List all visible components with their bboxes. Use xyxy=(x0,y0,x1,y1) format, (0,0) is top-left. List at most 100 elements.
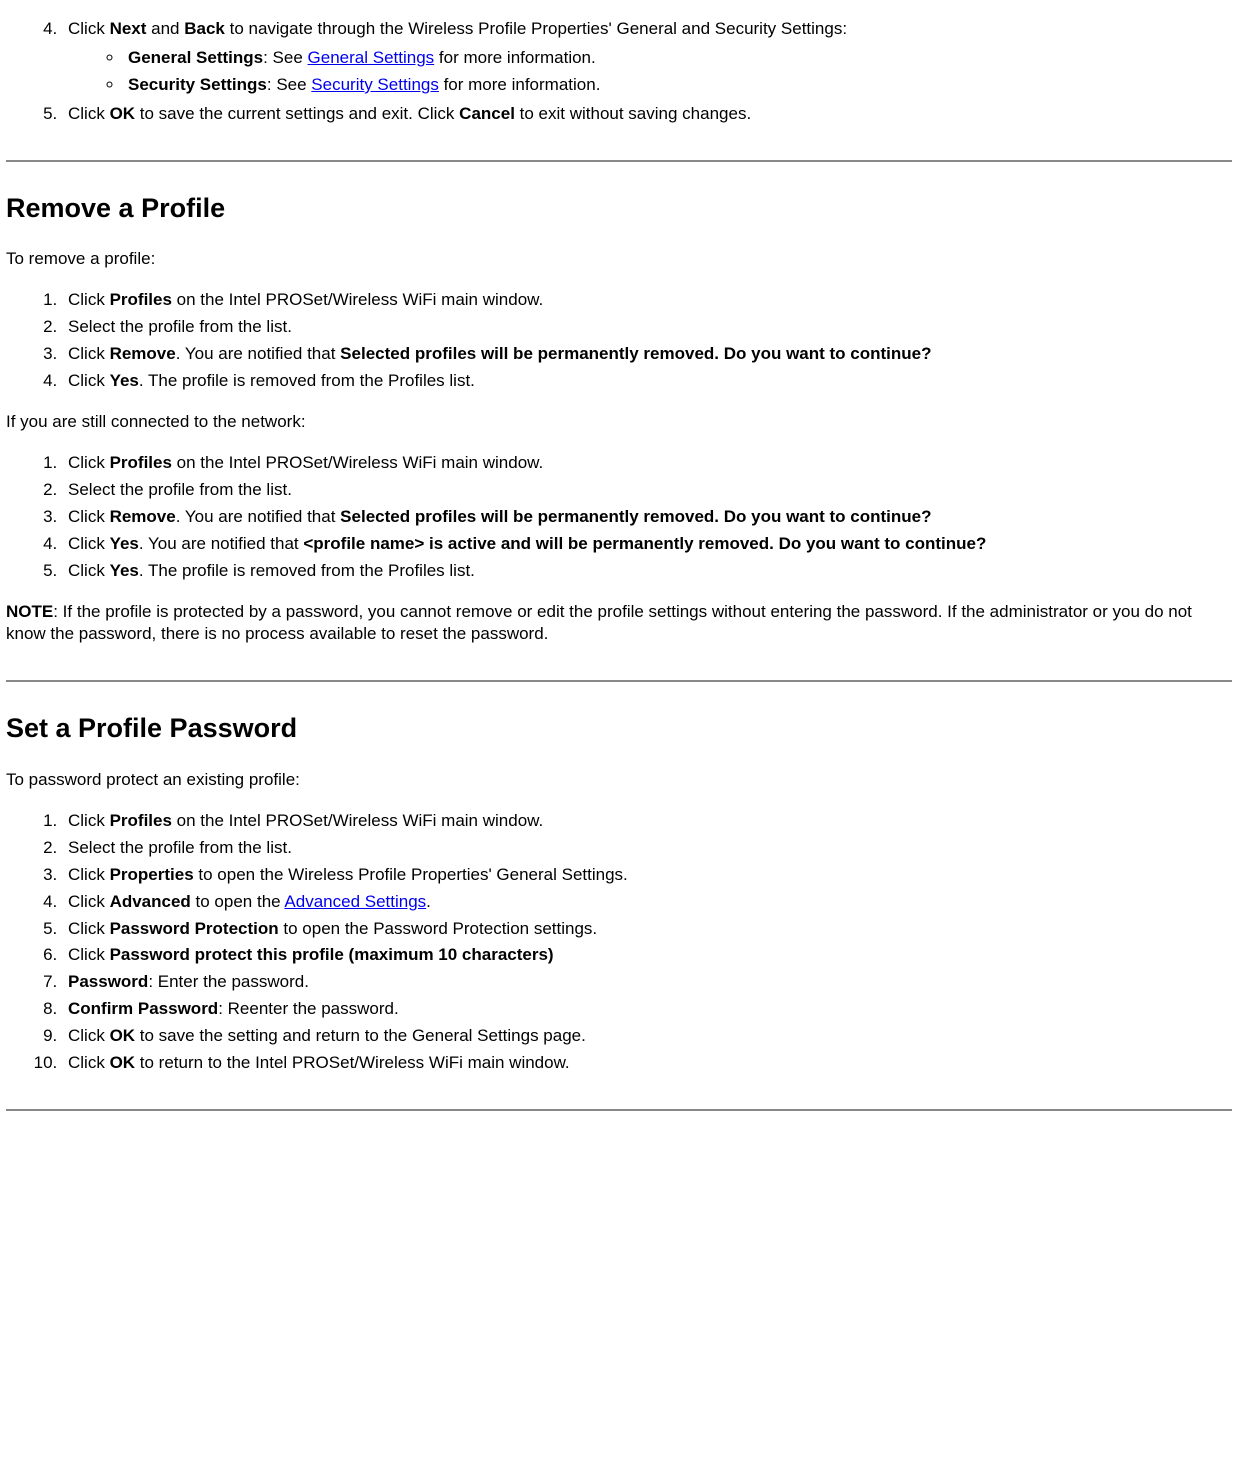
list-item: Click Profiles on the Intel PROSet/Wirel… xyxy=(62,452,1232,475)
text: to open the Wireless Profile Properties'… xyxy=(194,865,628,884)
list-item: Click Password protect this profile (max… xyxy=(62,944,1232,967)
divider xyxy=(6,160,1232,162)
text: to save the current settings and exit. C… xyxy=(135,104,459,123)
heading-set-password: Set a Profile Password xyxy=(6,710,1232,746)
bold-text: Selected profiles will be permanently re… xyxy=(340,344,931,363)
text: Click xyxy=(68,290,110,309)
link-security-settings[interactable]: Security Settings xyxy=(311,75,439,94)
text: . xyxy=(426,892,431,911)
text: Click xyxy=(68,945,110,964)
heading-remove-profile: Remove a Profile xyxy=(6,190,1232,226)
bold-text: <profile name> is active and will be per… xyxy=(303,534,986,553)
list-item: Click Profiles on the Intel PROSet/Wirel… xyxy=(62,810,1232,833)
text: on the Intel PROSet/Wireless WiFi main w… xyxy=(172,290,543,309)
bold-text: Password protect this profile (maximum 1… xyxy=(110,945,554,964)
text: for more information. xyxy=(439,75,601,94)
paragraph: To remove a profile: xyxy=(6,248,1232,271)
remove-list-a: Click Profiles on the Intel PROSet/Wirel… xyxy=(6,289,1232,393)
note-paragraph: NOTE: If the profile is protected by a p… xyxy=(6,601,1232,647)
text: to return to the Intel PROSet/Wireless W… xyxy=(135,1053,570,1072)
list-item: Click OK to save the setting and return … xyxy=(62,1025,1232,1048)
bold-text: OK xyxy=(110,1026,136,1045)
list-item: Click Yes. The profile is removed from t… xyxy=(62,370,1232,393)
text: to save the setting and return to the Ge… xyxy=(135,1026,586,1045)
text: to navigate through the Wireless Profile… xyxy=(225,19,847,38)
text: Click xyxy=(68,507,110,526)
document-page: Click Next and Back to navigate through … xyxy=(0,18,1238,1151)
note-label: NOTE xyxy=(6,602,53,621)
list-item: Click Advanced to open the Advanced Sett… xyxy=(62,891,1232,914)
link-general-settings[interactable]: General Settings xyxy=(308,48,435,67)
text: Click xyxy=(68,811,110,830)
text: : If the profile is protected by a passw… xyxy=(6,602,1192,644)
bold-text: Security Settings xyxy=(128,75,267,94)
text: Click xyxy=(68,865,110,884)
text: Click xyxy=(68,19,110,38)
divider xyxy=(6,1109,1232,1111)
text: Click xyxy=(68,561,110,580)
text: : Reenter the password. xyxy=(218,999,398,1018)
text: : See xyxy=(267,75,311,94)
text: Click xyxy=(68,344,110,363)
bold-text: OK xyxy=(110,1053,136,1072)
bold-text: Password xyxy=(68,972,148,991)
list-item: Select the profile from the list. xyxy=(62,316,1232,339)
bold-text: Yes xyxy=(110,534,139,553)
sub-item-general: General Settings: See General Settings f… xyxy=(124,47,1232,70)
text: . You are notified that xyxy=(139,534,303,553)
text: on the Intel PROSet/Wireless WiFi main w… xyxy=(172,453,543,472)
bold-text: Remove xyxy=(110,507,176,526)
list-item: Click Yes. The profile is removed from t… xyxy=(62,560,1232,583)
list-item: Click Profiles on the Intel PROSet/Wirel… xyxy=(62,289,1232,312)
paragraph: To password protect an existing profile: xyxy=(6,769,1232,792)
list-item: Password: Enter the password. xyxy=(62,971,1232,994)
bold-text: Advanced xyxy=(110,892,191,911)
text: Click xyxy=(68,1053,110,1072)
list-item: Click OK to return to the Intel PROSet/W… xyxy=(62,1052,1232,1075)
bold-text: Password Protection xyxy=(110,919,279,938)
text: for more information. xyxy=(434,48,596,67)
text: to open the Password Protection settings… xyxy=(279,919,597,938)
list-item: Select the profile from the list. xyxy=(62,837,1232,860)
text: . The profile is removed from the Profil… xyxy=(139,371,475,390)
bold-text: Selected profiles will be permanently re… xyxy=(340,507,931,526)
password-steps-list: Click Profiles on the Intel PROSet/Wirel… xyxy=(6,810,1232,1075)
bold-text: Profiles xyxy=(110,453,172,472)
bold-text: Properties xyxy=(110,865,194,884)
list-item: Select the profile from the list. xyxy=(62,479,1232,502)
bold-text: Confirm Password xyxy=(68,999,218,1018)
text: Click xyxy=(68,892,110,911)
divider xyxy=(6,680,1232,682)
bold-text: Back xyxy=(184,19,225,38)
top-steps-list: Click Next and Back to navigate through … xyxy=(6,18,1232,126)
text: : Enter the password. xyxy=(148,972,309,991)
settings-sublist: General Settings: See General Settings f… xyxy=(68,47,1232,97)
text: to exit without saving changes. xyxy=(515,104,751,123)
text: . You are notified that xyxy=(176,507,340,526)
text: . The profile is removed from the Profil… xyxy=(139,561,475,580)
bold-text: Profiles xyxy=(110,290,172,309)
remove-list-b: Click Profiles on the Intel PROSet/Wirel… xyxy=(6,452,1232,583)
list-item: Confirm Password: Reenter the password. xyxy=(62,998,1232,1021)
list-item: Click Password Protection to open the Pa… xyxy=(62,918,1232,941)
bold-text: OK xyxy=(110,104,136,123)
text: : See xyxy=(263,48,307,67)
text: and xyxy=(146,19,184,38)
bold-text: Yes xyxy=(110,561,139,580)
bold-text: Profiles xyxy=(110,811,172,830)
text: Click xyxy=(68,453,110,472)
bold-text: Next xyxy=(110,19,147,38)
bold-text: General Settings xyxy=(128,48,263,67)
text: Click xyxy=(68,104,110,123)
list-item: Click Properties to open the Wireless Pr… xyxy=(62,864,1232,887)
bold-text: Remove xyxy=(110,344,176,363)
text: Click xyxy=(68,371,110,390)
text: Click xyxy=(68,534,110,553)
text: . You are notified that xyxy=(176,344,340,363)
list-item: Click Remove. You are notified that Sele… xyxy=(62,506,1232,529)
step-4: Click Next and Back to navigate through … xyxy=(62,18,1232,97)
text: Click xyxy=(68,919,110,938)
link-advanced-settings[interactable]: Advanced Settings xyxy=(284,892,426,911)
text: on the Intel PROSet/Wireless WiFi main w… xyxy=(172,811,543,830)
list-item: Click Yes. You are notified that <profil… xyxy=(62,533,1232,556)
